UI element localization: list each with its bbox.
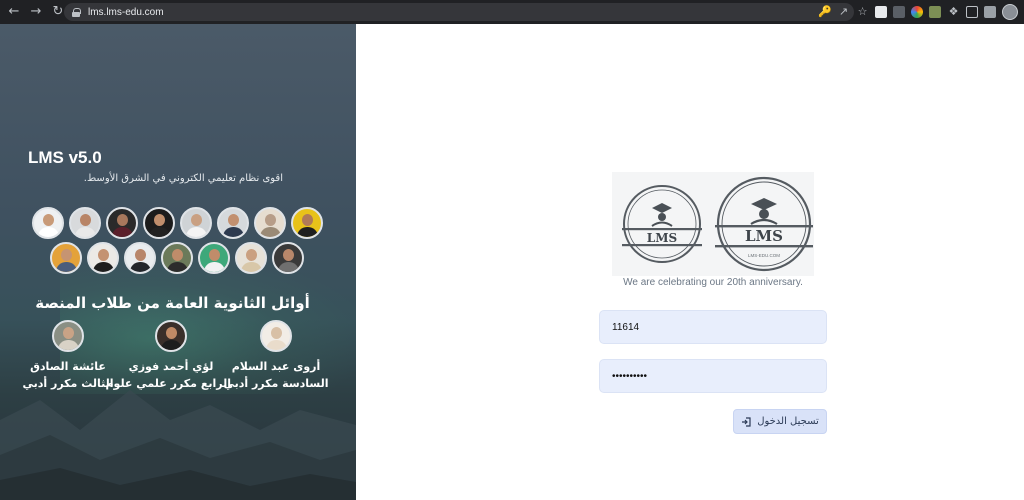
puzzle-icon[interactable]: ❖ bbox=[947, 5, 960, 19]
logo-domain: LMS-EDU.COM bbox=[748, 253, 780, 258]
student-avatar bbox=[124, 242, 156, 274]
student-avatar bbox=[87, 242, 119, 274]
arrow-right-icon[interactable]: → bbox=[28, 4, 44, 20]
achievers-title: أوائل الثانوية العامة من طلاب المنصة bbox=[35, 294, 310, 312]
url-text[interactable]: lms.lms-edu.com bbox=[88, 7, 164, 18]
achiever-rank: السادسة مكرر أدبي bbox=[223, 377, 329, 390]
achiever-photo bbox=[155, 320, 187, 352]
achiever-name: لؤي أحمد فوزي bbox=[128, 360, 214, 373]
achiever-photo bbox=[260, 320, 292, 352]
achiever-card: لؤي أحمد فوزي الرابع مكرر علمي علوم bbox=[105, 320, 231, 392]
lock-icon[interactable] bbox=[72, 7, 81, 17]
student-avatar bbox=[235, 242, 267, 274]
login-button[interactable]: تسجيل الدخول bbox=[733, 409, 827, 434]
brand-subtitle: اقوى نظام تعليمي الكتروني في الشرق الأوس… bbox=[83, 173, 283, 184]
brand-title: LMS v5.0 bbox=[28, 148, 102, 167]
student-avatar bbox=[32, 207, 64, 239]
student-avatar bbox=[50, 242, 82, 274]
achiever-name: أروى عبد السلام bbox=[231, 360, 321, 373]
login-button-label: تسجيل الدخول bbox=[757, 416, 819, 427]
student-avatar bbox=[106, 207, 138, 239]
star-icon[interactable]: ☆ bbox=[856, 5, 869, 19]
extension-icon[interactable] bbox=[929, 6, 941, 18]
left-hero-panel: LMS v5.0 اقوى نظام تعليمي الكتروني في ال… bbox=[0, 24, 356, 500]
student-avatar bbox=[69, 207, 101, 239]
student-avatar bbox=[180, 207, 212, 239]
anniversary-tagline: We are celebrating our 20th anniversary. bbox=[623, 277, 803, 288]
student-avatars-row bbox=[32, 207, 323, 239]
logo-text-small: LMS bbox=[647, 231, 677, 245]
lms-logo-graphic: LMS LMS LMS-EDU.COM bbox=[622, 176, 813, 272]
arrow-left-icon[interactable]: ← bbox=[6, 4, 22, 20]
student-avatar bbox=[291, 207, 323, 239]
logo-text-large: LMS bbox=[745, 227, 783, 245]
sidebar-toggle-icon[interactable] bbox=[966, 6, 978, 18]
student-avatar bbox=[161, 242, 193, 274]
student-avatar bbox=[198, 242, 230, 274]
key-icon[interactable]: 🔑 bbox=[818, 5, 832, 19]
username-input[interactable] bbox=[599, 310, 827, 344]
sign-in-icon bbox=[742, 416, 751, 427]
student-avatar bbox=[254, 207, 286, 239]
achiever-photo bbox=[52, 320, 84, 352]
extension-icon[interactable] bbox=[875, 6, 887, 18]
browser-toolbar: ← → ↻ lms.lms-edu.com 🔑 ↗ ☆ ❖ bbox=[0, 0, 1024, 24]
student-avatar bbox=[272, 242, 304, 274]
student-avatar bbox=[217, 207, 249, 239]
student-avatar bbox=[143, 207, 175, 239]
browser-actions: 🔑 ↗ ☆ ❖ bbox=[818, 4, 1018, 20]
achiever-rank: الرابع مكرر علمي علوم bbox=[105, 377, 231, 390]
extension-icon[interactable] bbox=[984, 6, 996, 18]
lms-logo: LMS LMS LMS-EDU.COM bbox=[612, 172, 814, 276]
achiever-name: عائشة الصادق bbox=[30, 360, 106, 373]
address-bar[interactable]: lms.lms-edu.com bbox=[64, 3, 854, 21]
google-drive-icon[interactable] bbox=[911, 6, 923, 18]
password-input[interactable] bbox=[599, 359, 827, 393]
achiever-card: أروى عبد السلام السادسة مكرر أدبي bbox=[216, 320, 336, 392]
extension-icon[interactable] bbox=[893, 6, 905, 18]
share-icon[interactable]: ↗ bbox=[837, 5, 850, 19]
profile-avatar[interactable] bbox=[1002, 4, 1018, 20]
student-avatars-row bbox=[50, 242, 304, 274]
